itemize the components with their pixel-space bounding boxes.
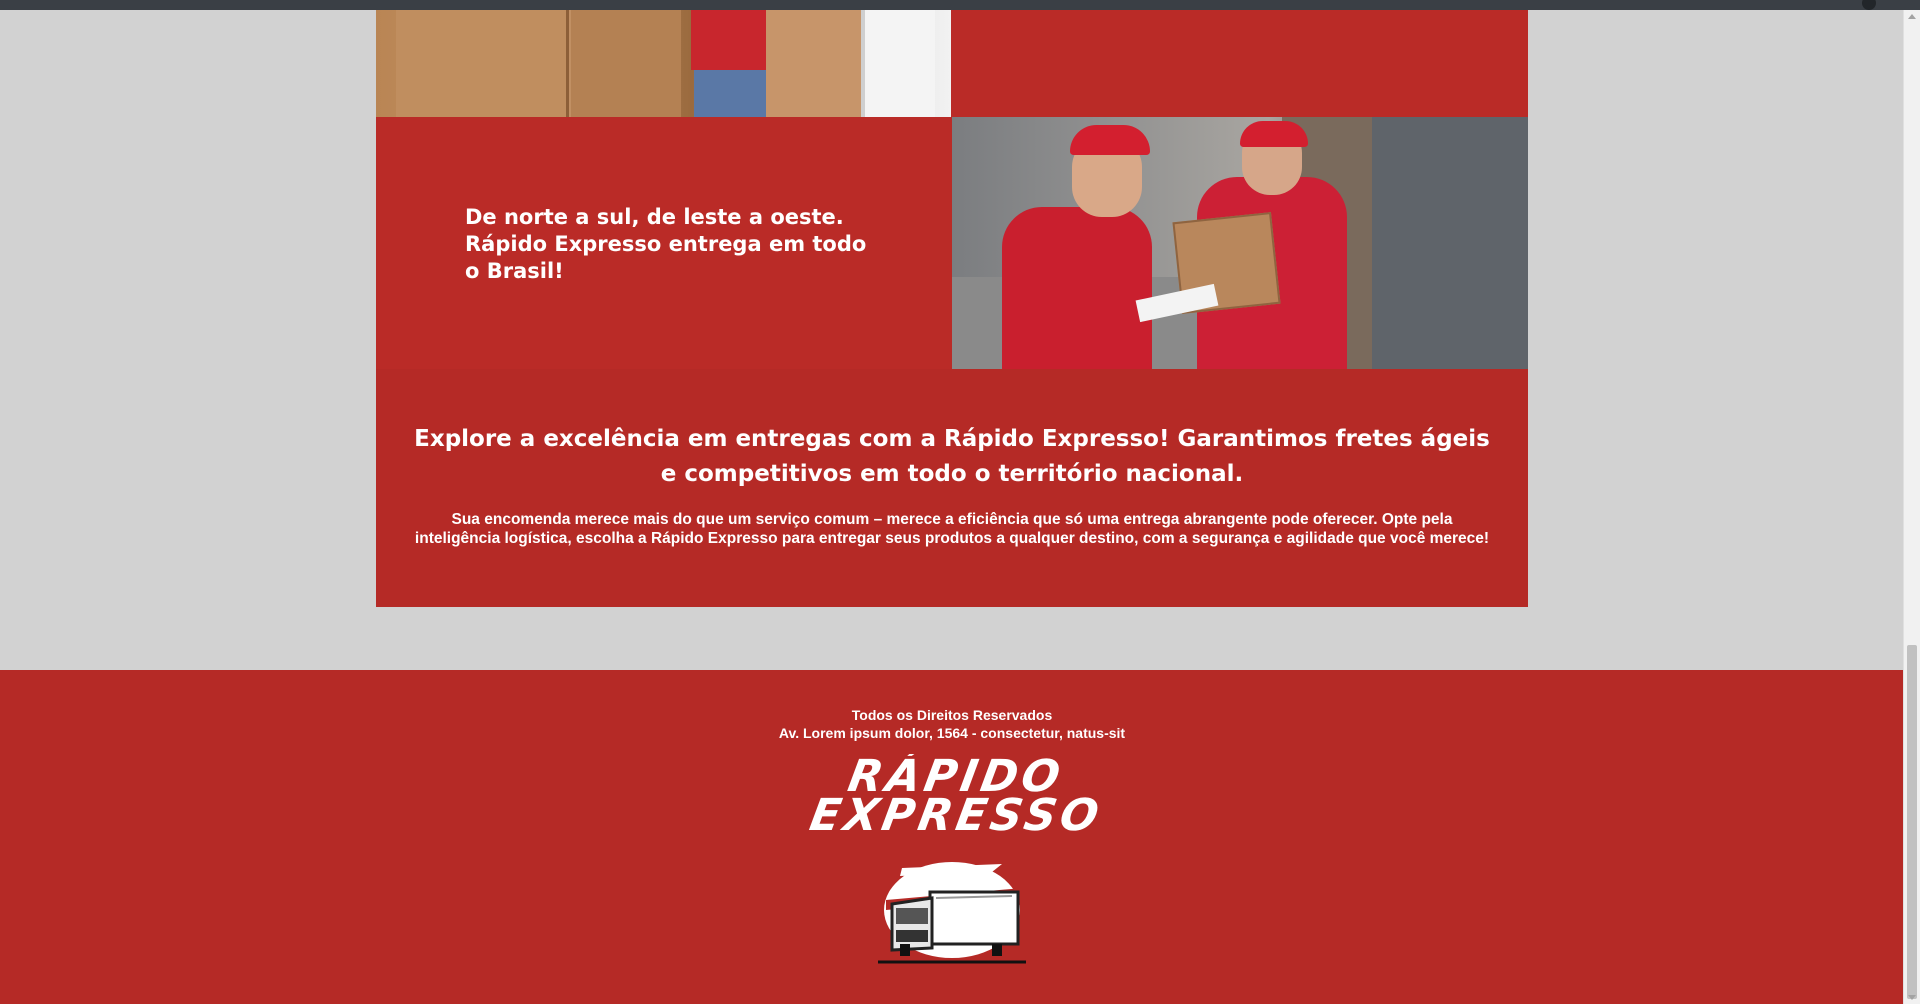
promo-headline: Explore a excelência em entregas com a R… [414,426,1490,487]
promo-section: Explore a excelência em entregas com a R… [376,369,1528,607]
scroll-down-icon[interactable] [1908,995,1916,1000]
footer-rights: Todos os Direitos Reservados [851,707,1053,723]
coverage-panel: De norte a sul, de leste a oeste. Rápido… [376,117,952,369]
coverage-row: De norte a sul, de leste a oeste. Rápido… [376,117,1528,369]
scrollbar-thumb[interactable] [1907,645,1917,999]
cardboard-box-shape [396,10,569,117]
red-cap-shape [1240,121,1308,147]
footer-address: Av. Lorem ipsum dolor, 1564 - consectetu… [778,725,1126,741]
couriers-photo [952,117,1528,369]
rapido-expresso-logo: RÁPIDO EXPRESSO [806,754,1106,834]
promo-body: Sua encomenda merece mais do que um serv… [414,511,1490,547]
browser-button-icon[interactable] [1862,0,1876,10]
truck-logo-icon [878,862,1026,964]
site-footer: Todos os Direitos Reservados Av. Lorem i… [0,670,1904,1004]
svg-text:EXPRESSO: EXPRESSO [806,790,1106,834]
delivery-boxes-photo [376,10,951,117]
scroll-up-icon[interactable] [1908,14,1916,19]
courier-jeans-shape [694,70,768,117]
red-cap-shape [1070,125,1150,155]
browser-top-bar [0,0,1920,10]
top-row [376,10,1528,117]
courier-shirt-shape [691,10,771,70]
vertical-scrollbar[interactable] [1903,10,1920,1004]
courier-left-shape [1002,207,1152,369]
cardboard-box-shape [571,10,681,117]
glass-door-shape [1372,117,1528,369]
cardboard-box-shape [766,10,861,117]
coverage-tagline: De norte a sul, de leste a oeste. Rápido… [465,205,867,283]
van-door-shape [861,10,935,117]
red-panel [951,10,1528,117]
